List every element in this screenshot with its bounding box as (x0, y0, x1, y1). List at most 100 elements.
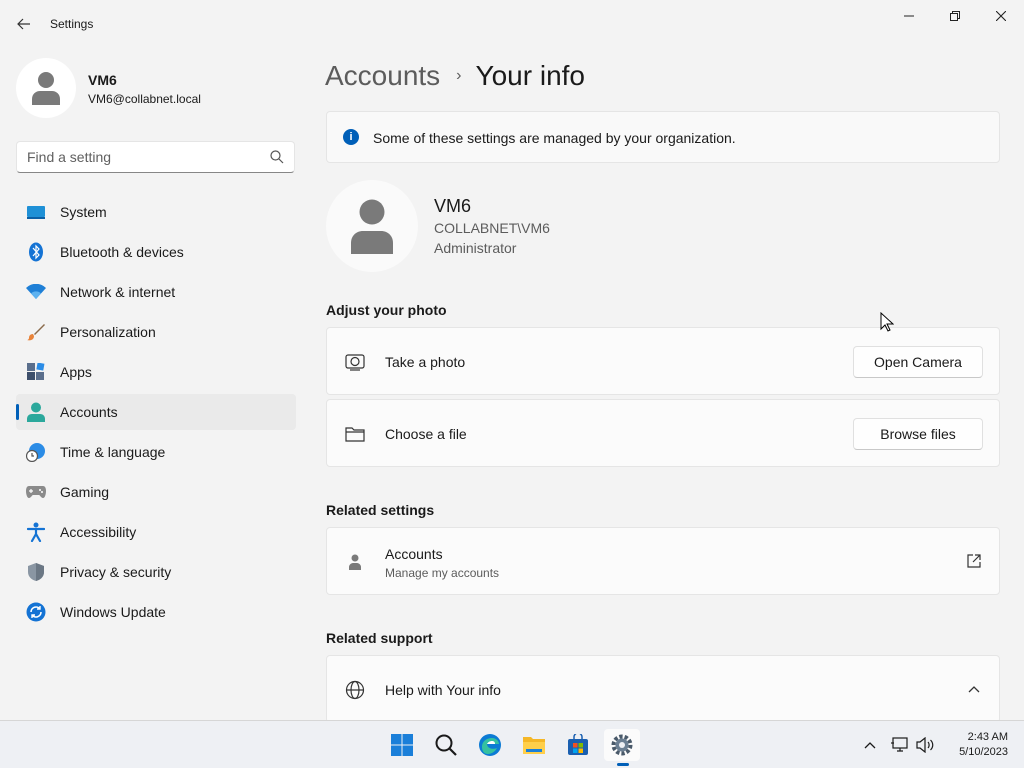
sidebar-item-windows-update[interactable]: Windows Update (16, 594, 296, 630)
sidebar-item-privacy[interactable]: Privacy & security (16, 554, 296, 590)
sidebar-nav: System Bluetooth & devices Network & int… (16, 194, 296, 634)
edge-icon (479, 734, 501, 756)
help-your-info-card[interactable]: Help with Your info (326, 655, 1000, 723)
breadcrumb: Accounts › Your info (325, 58, 585, 94)
close-icon (996, 11, 1006, 21)
sidebar-profile[interactable]: VM6 VM6@collabnet.local (16, 58, 296, 118)
sidebar-item-accessibility[interactable]: Accessibility (16, 514, 296, 550)
sidebar-item-bluetooth[interactable]: Bluetooth & devices (16, 234, 296, 270)
chevron-up-icon[interactable] (965, 680, 983, 698)
search-icon[interactable] (270, 150, 284, 164)
section-title-related-support: Related support (326, 630, 433, 646)
taskbar: 2:43 AM 5/10/2023 (0, 720, 1024, 768)
info-icon: i (343, 129, 359, 145)
restore-button[interactable] (932, 0, 978, 32)
windows-logo-icon (391, 734, 413, 756)
sidebar-item-label: Accounts (60, 404, 118, 420)
back-button[interactable] (12, 12, 36, 36)
globe-clock-icon (26, 442, 46, 462)
gamepad-icon (26, 482, 46, 502)
sidebar-item-label: Time & language (60, 444, 166, 460)
breadcrumb-parent[interactable]: Accounts (325, 60, 440, 92)
globe-icon (345, 680, 365, 700)
open-external-icon (965, 552, 983, 570)
taskbar-edge-button[interactable] (472, 729, 508, 761)
managed-info-bar: i Some of these settings are managed by … (326, 111, 1000, 163)
network-tray-button[interactable] (890, 735, 910, 755)
page-title: Your info (475, 60, 586, 91)
taskbar-clock[interactable]: 2:43 AM 5/10/2023 (959, 730, 1008, 760)
system-icon (26, 202, 46, 222)
search-input[interactable] (17, 142, 257, 172)
sidebar-item-accounts[interactable]: Accounts (16, 394, 296, 430)
sidebar-item-label: Bluetooth & devices (60, 244, 184, 260)
section-title-adjust-photo: Adjust your photo (326, 302, 447, 318)
info-text: Some of these settings are managed by yo… (373, 130, 736, 146)
close-button[interactable] (978, 0, 1024, 32)
camera-icon (345, 352, 365, 372)
speaker-icon (916, 737, 934, 753)
help-your-info-label: Help with Your info (385, 682, 501, 698)
taskbar-file-explorer-button[interactable] (516, 729, 552, 761)
clock-time: 2:43 AM (967, 731, 1008, 743)
choose-file-label: Choose a file (385, 426, 467, 442)
taskbar-search-button[interactable] (428, 729, 464, 761)
bluetooth-icon (26, 242, 46, 262)
taskbar-settings-button[interactable] (604, 729, 640, 761)
minimize-button[interactable] (886, 0, 932, 32)
profile-email: VM6@collabnet.local (88, 92, 201, 106)
sidebar-item-personalization[interactable]: Personalization (16, 314, 296, 350)
sidebar-item-time-language[interactable]: Time & language (16, 434, 296, 470)
mouse-cursor-icon (880, 312, 894, 332)
restore-icon (950, 11, 960, 21)
accounts-icon (26, 402, 46, 422)
accounts-link-card[interactable]: Accounts Manage my accounts (326, 527, 1000, 595)
open-camera-button[interactable]: Open Camera (853, 346, 983, 378)
sidebar-item-label: Apps (60, 364, 92, 380)
sidebar-item-label: System (60, 204, 107, 220)
app-title: Settings (50, 17, 94, 31)
browse-files-button[interactable]: Browse files (853, 418, 983, 450)
active-app-indicator (617, 763, 629, 766)
chevron-up-icon (864, 742, 876, 749)
sidebar-item-apps[interactable]: Apps (16, 354, 296, 390)
user-name: VM6 (434, 196, 472, 216)
volume-tray-button[interactable] (915, 735, 935, 755)
taskbar-store-button[interactable] (560, 729, 596, 761)
title-bar: Settings (0, 0, 1024, 48)
brush-icon (26, 322, 46, 342)
accounts-link-label: Accounts (385, 546, 443, 562)
sidebar-item-gaming[interactable]: Gaming (16, 474, 296, 510)
search-box (16, 141, 295, 173)
folder-icon (523, 737, 545, 754)
search-icon (435, 734, 457, 756)
apps-icon (26, 362, 46, 382)
sidebar-item-label: Accessibility (60, 524, 137, 540)
sidebar-item-label: Windows Update (60, 604, 166, 620)
avatar (16, 58, 76, 118)
choose-file-card: Choose a file Browse files (326, 399, 1000, 467)
sidebar-item-network[interactable]: Network & internet (16, 274, 296, 310)
clock-date: 5/10/2023 (959, 746, 1008, 758)
folder-icon (345, 424, 365, 444)
chevron-right-icon: › (456, 67, 462, 84)
sidebar-item-label: Personalization (60, 324, 156, 340)
network-icon (891, 737, 908, 752)
accessibility-icon (26, 522, 46, 542)
shield-icon (26, 562, 46, 582)
gear-icon (611, 734, 633, 756)
user-role: Administrator (434, 240, 517, 256)
section-title-related-settings: Related settings (326, 502, 435, 518)
person-icon (345, 552, 365, 572)
minimize-icon (904, 15, 914, 17)
show-hidden-icons-button[interactable] (860, 735, 880, 755)
arrow-left-icon (17, 18, 30, 30)
sidebar-item-system[interactable]: System (16, 194, 296, 230)
profile-name: VM6 (88, 72, 117, 88)
sidebar-item-label: Network & internet (60, 284, 176, 300)
wifi-icon (26, 282, 46, 302)
start-button[interactable] (384, 729, 420, 761)
take-photo-card: Take a photo Open Camera (326, 327, 1000, 395)
store-icon (568, 734, 588, 755)
person-icon (32, 72, 60, 105)
